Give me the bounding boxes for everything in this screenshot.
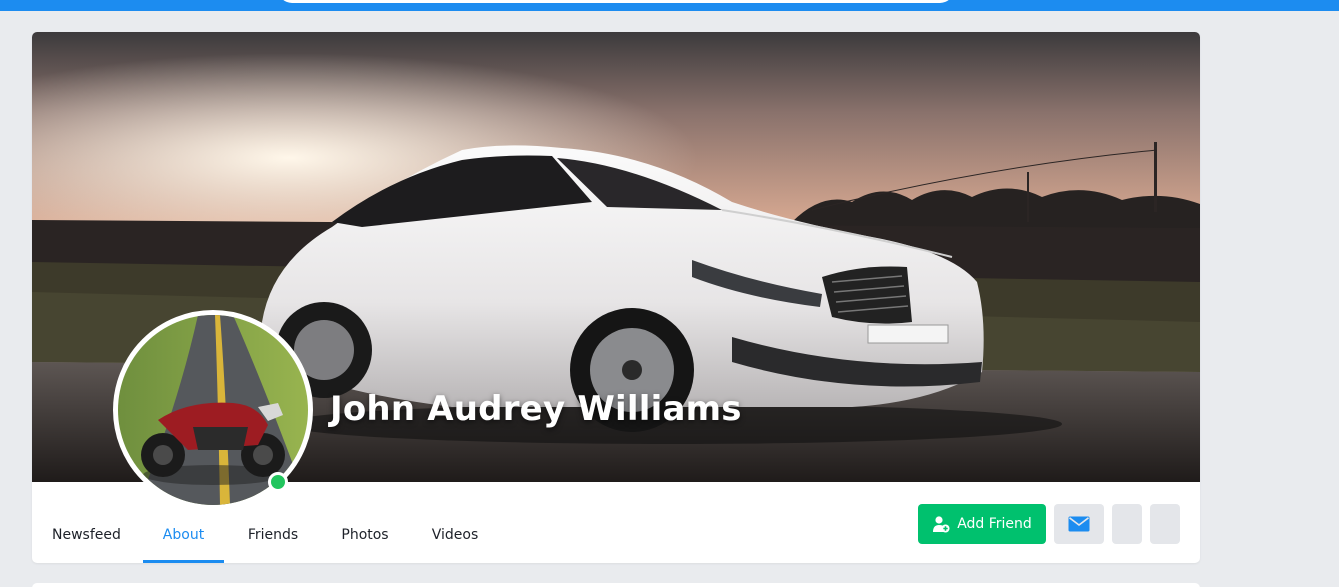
add-user-icon (933, 516, 950, 533)
add-friend-button[interactable]: Add Friend (918, 504, 1046, 544)
top-navbar (0, 0, 1339, 11)
tab-newsfeed[interactable]: Newsfeed (52, 527, 121, 563)
tab-friends[interactable]: Friends (243, 527, 303, 563)
search-bar[interactable] (278, 0, 954, 3)
add-friend-label: Add Friend (957, 516, 1032, 532)
tab-about[interactable]: About (143, 527, 224, 563)
envelope-icon (1068, 516, 1090, 532)
message-button[interactable] (1054, 504, 1104, 544)
tab-videos[interactable]: Videos (428, 527, 482, 563)
profile-tabs: Newsfeed About Friends Photos Videos (32, 482, 732, 563)
content-card (32, 583, 1200, 587)
more-action-button-1[interactable] (1112, 504, 1142, 544)
online-status-indicator (268, 472, 288, 492)
tab-photos[interactable]: Photos (337, 527, 393, 563)
more-action-button-2[interactable] (1150, 504, 1180, 544)
profile-name: John Audrey Williams (330, 389, 742, 429)
